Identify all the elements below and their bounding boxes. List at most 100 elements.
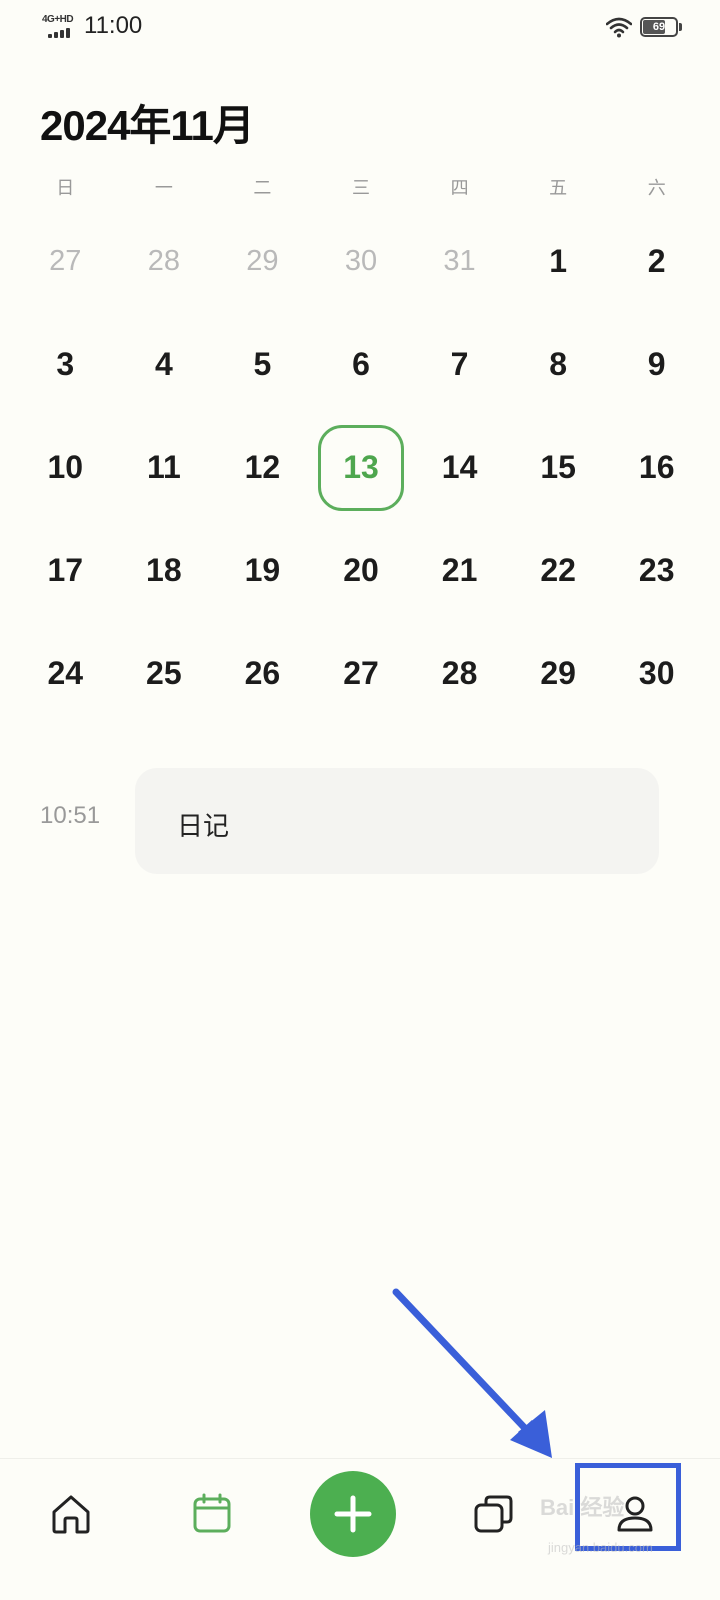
day-cell[interactable]: 5 bbox=[213, 313, 312, 416]
day-number: 21 bbox=[441, 552, 478, 588]
day-cell[interactable]: 10 bbox=[16, 416, 115, 519]
day-number: 4 bbox=[154, 346, 173, 382]
day-cell[interactable]: 17 bbox=[16, 519, 115, 622]
status-time: 11:00 bbox=[84, 12, 143, 39]
day-number: 5 bbox=[253, 346, 272, 382]
signal-icon bbox=[48, 28, 70, 38]
day-cell[interactable]: 12 bbox=[213, 416, 312, 519]
weekday-label: 六 bbox=[647, 178, 666, 198]
signal-block: 4G+HD bbox=[42, 14, 78, 40]
status-bar: 4G+HD 11:00 69 bbox=[0, 0, 720, 56]
day-cell[interactable]: 16 bbox=[607, 416, 706, 519]
day-cell[interactable]: 1 bbox=[509, 210, 608, 313]
day-cell[interactable]: 31 bbox=[410, 210, 509, 313]
day-cell[interactable]: 26 bbox=[213, 622, 312, 725]
day-cell[interactable]: 27 bbox=[16, 210, 115, 313]
weekday-label: 五 bbox=[549, 178, 568, 198]
calendar-grid: 27 28 29 30 31 1 2 3 4 5 6 7 8 9 10 11 12 13 14 15 16 17 18 19 2… bbox=[16, 210, 706, 725]
weekday-label: 日 bbox=[56, 178, 75, 198]
day-cell[interactable]: 18 bbox=[115, 519, 214, 622]
day-cell[interactable]: 3 bbox=[16, 313, 115, 416]
day-cell[interactable]: 29 bbox=[509, 622, 608, 725]
day-cell[interactable]: 2 bbox=[607, 210, 706, 313]
day-number: 6 bbox=[352, 346, 370, 382]
day-number: 12 bbox=[244, 449, 281, 485]
weekday-label: 二 bbox=[253, 178, 272, 198]
add-button-circle[interactable] bbox=[310, 1471, 396, 1557]
weekday-label: 四 bbox=[450, 178, 469, 198]
battery-level: 69 bbox=[652, 21, 666, 33]
day-number: 7 bbox=[450, 346, 469, 382]
day-number: 28 bbox=[147, 245, 180, 277]
day-number: 22 bbox=[540, 552, 576, 588]
day-number: 30 bbox=[344, 245, 378, 277]
nav-add-button[interactable] bbox=[303, 1459, 403, 1569]
day-cell[interactable]: 8 bbox=[509, 313, 608, 416]
day-cell[interactable]: 28 bbox=[410, 622, 509, 725]
day-number: 29 bbox=[540, 655, 576, 691]
day-cell[interactable]: 6 bbox=[312, 313, 411, 416]
day-cell[interactable]: 25 bbox=[115, 622, 214, 725]
day-cell[interactable]: 29 bbox=[213, 210, 312, 313]
plus-icon bbox=[334, 1495, 372, 1533]
weekday-label: 三 bbox=[351, 178, 370, 198]
day-number: 3 bbox=[56, 346, 75, 382]
wifi-icon bbox=[606, 17, 632, 38]
day-number: 30 bbox=[638, 655, 675, 691]
home-icon bbox=[52, 1495, 90, 1534]
day-cell[interactable]: 30 bbox=[607, 622, 706, 725]
day-cell[interactable]: 23 bbox=[607, 519, 706, 622]
entry-card[interactable]: 日记 bbox=[135, 768, 659, 874]
day-number: 10 bbox=[47, 449, 84, 485]
day-cell[interactable]: 20 bbox=[312, 519, 411, 622]
day-cell[interactable]: 19 bbox=[213, 519, 312, 622]
day-number: 13 bbox=[317, 424, 404, 511]
day-cell[interactable]: 30 bbox=[312, 210, 411, 313]
entry-time: 10:51 bbox=[40, 802, 101, 829]
day-cell[interactable]: 4 bbox=[115, 313, 214, 416]
day-number: 20 bbox=[343, 552, 379, 588]
calendar-icon bbox=[193, 1493, 231, 1533]
day-cell[interactable]: 28 bbox=[115, 210, 214, 313]
day-number: 9 bbox=[647, 346, 666, 382]
weekday-header: 日一二三四五六 bbox=[16, 174, 706, 200]
day-cell[interactable]: 11 bbox=[115, 416, 214, 519]
day-cell[interactable]: 15 bbox=[509, 416, 608, 519]
day-cell[interactable]: 14 bbox=[410, 416, 509, 519]
nav-profile-button[interactable] bbox=[585, 1459, 685, 1569]
day-number: 26 bbox=[244, 655, 281, 691]
day-cell[interactable]: 7 bbox=[410, 313, 509, 416]
nav-home-button[interactable] bbox=[21, 1459, 121, 1569]
day-cell[interactable]: 24 bbox=[16, 622, 115, 725]
cards-icon bbox=[474, 1495, 513, 1533]
day-number: 27 bbox=[343, 655, 379, 691]
day-number: 2 bbox=[647, 243, 666, 279]
day-number: 14 bbox=[441, 449, 478, 485]
battery-cap bbox=[679, 23, 682, 31]
day-number: 16 bbox=[638, 449, 675, 485]
day-cell[interactable]: 22 bbox=[509, 519, 608, 622]
month-title[interactable]: 2024年11月 bbox=[40, 92, 255, 153]
nav-cards-button[interactable] bbox=[444, 1459, 544, 1569]
annotation-arrow-icon bbox=[392, 1288, 552, 1458]
day-cell[interactable]: 21 bbox=[410, 519, 509, 622]
entry-title: 日记 bbox=[177, 811, 230, 841]
weekday-label: 一 bbox=[154, 178, 173, 198]
battery-icon: 69 bbox=[640, 17, 678, 37]
day-number: 29 bbox=[246, 245, 279, 277]
day-number: 23 bbox=[638, 552, 675, 588]
day-cell[interactable]: 27 bbox=[312, 622, 411, 725]
day-number: 25 bbox=[146, 655, 182, 691]
day-cell[interactable]: 9 bbox=[607, 313, 706, 416]
nav-calendar-button[interactable] bbox=[162, 1459, 262, 1569]
day-number: 11 bbox=[146, 449, 181, 485]
day-number: 28 bbox=[441, 655, 478, 691]
day-number: 19 bbox=[244, 552, 281, 588]
day-number: 24 bbox=[47, 655, 84, 691]
day-cell-today[interactable]: 13 bbox=[312, 416, 411, 519]
profile-icon bbox=[617, 1496, 653, 1532]
day-number: 8 bbox=[549, 346, 568, 382]
day-number: 1 bbox=[549, 243, 568, 279]
day-number: 18 bbox=[146, 552, 182, 588]
network-label: 4G+HD bbox=[42, 14, 74, 25]
